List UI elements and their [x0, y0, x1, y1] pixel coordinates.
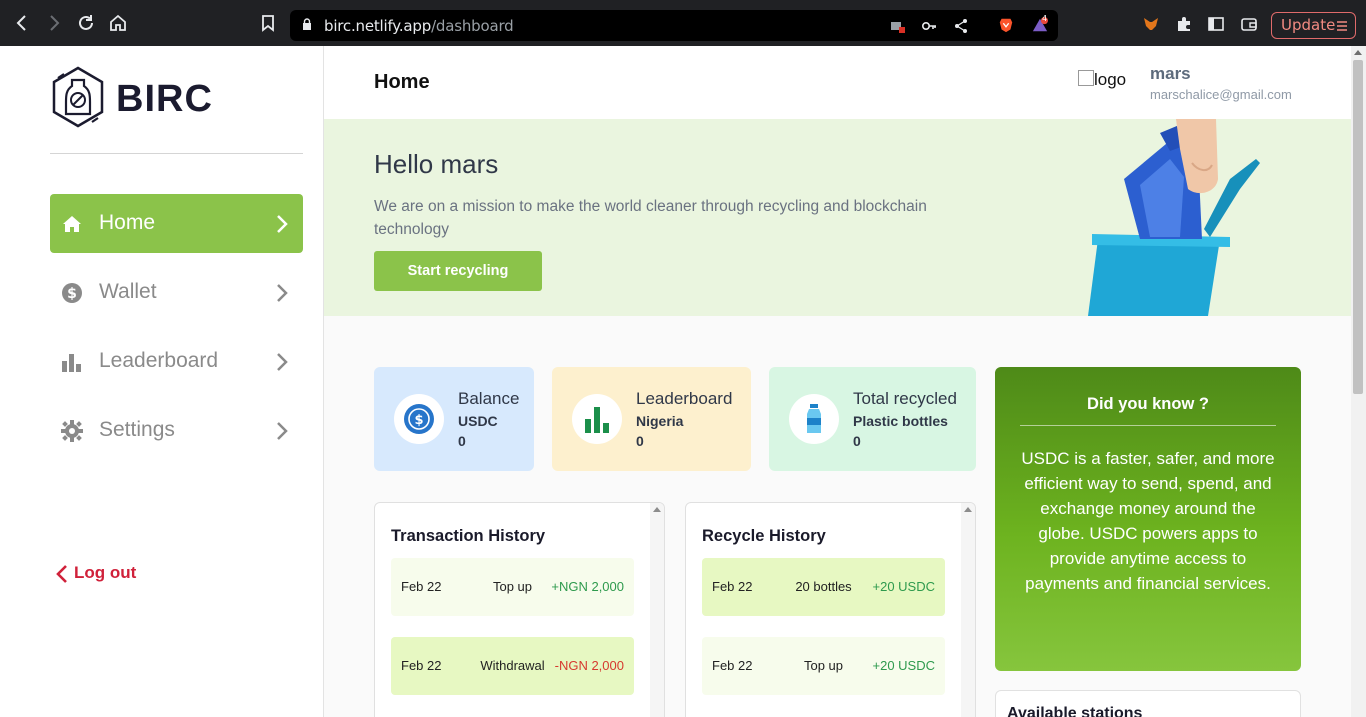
stat-title: Total recycled	[853, 389, 957, 408]
brand-name: BIRC	[116, 78, 213, 120]
top-header: Home logo mars marschalice@gmail.com	[324, 46, 1351, 119]
chevron-right-icon	[277, 353, 288, 371]
sidebar-toggle-icon[interactable]	[1208, 16, 1224, 32]
did-you-know-title: Did you know ?	[1087, 395, 1209, 413]
sidebar-item-label: Home	[99, 211, 156, 234]
recycling-bottle-illustration	[1088, 119, 1260, 316]
broken-image-icon	[1078, 70, 1094, 86]
user-email: marschalice@gmail.com	[1150, 87, 1292, 102]
url-text: birc.netlify.app/dashboard	[324, 17, 514, 35]
total-recycled-card[interactable]: Total recycled Plastic bottles 0	[769, 367, 976, 471]
svg-text:$: $	[414, 413, 423, 428]
back-icon[interactable]	[10, 11, 34, 35]
panel-scrollbar[interactable]	[650, 503, 664, 717]
recycle-bottle-logo-icon	[52, 66, 104, 128]
scroll-up-icon[interactable]	[653, 507, 661, 512]
share-icon[interactable]	[953, 18, 969, 34]
recycle-row[interactable]: Feb 22 20 bottles +20 USDC	[702, 558, 945, 616]
stat-value: 0	[853, 433, 861, 449]
wallet-icon[interactable]	[1241, 16, 1257, 32]
did-you-know-divider	[1020, 425, 1276, 426]
scroll-up-icon[interactable]	[964, 507, 972, 512]
recycle-history-title: Recycle History	[702, 527, 826, 545]
home-page-icon[interactable]	[106, 11, 130, 35]
update-label: Update	[1281, 16, 1336, 34]
available-stations-title: Available stations	[1007, 705, 1143, 717]
home-icon	[63, 216, 81, 232]
lock-icon	[303, 18, 311, 30]
menu-icon	[1337, 21, 1347, 31]
sidebar-item-label: Leaderboard	[99, 349, 219, 372]
balance-card[interactable]: $ Balance USDC 0	[374, 367, 534, 471]
stat-value: 0	[636, 433, 644, 449]
bar-chart-icon	[62, 354, 81, 372]
page-title: Home	[374, 71, 430, 93]
sidebar-item-settings[interactable]: Settings	[50, 401, 303, 460]
chevron-right-icon	[277, 422, 288, 440]
address-bar[interactable]: birc.netlify.app/dashboard 4	[290, 10, 1058, 41]
transaction-history-title: Transaction History	[391, 527, 546, 545]
panel-scrollbar[interactable]	[961, 503, 975, 717]
dollar-coin-icon: $	[62, 283, 82, 303]
brand-logo[interactable]: BIRC	[50, 66, 212, 130]
puzzle-extensions-icon[interactable]	[1176, 16, 1192, 32]
sidebar-item-label: Wallet	[99, 280, 157, 303]
leaderboard-card[interactable]: Leaderboard Nigeria 0	[552, 367, 751, 471]
user-name[interactable]: mars	[1150, 64, 1191, 84]
available-stations-card: Available stations	[995, 690, 1301, 717]
stat-subtitle: USDC	[458, 413, 498, 429]
recycle-history-panel[interactable]: Recycle History Feb 22 20 bottles +20 US…	[685, 502, 976, 717]
usdc-icon: $	[394, 394, 444, 444]
recycle-row[interactable]: Feb 22 Top up +20 USDC	[702, 637, 945, 695]
rewards-badge: 4	[1042, 14, 1048, 23]
did-you-know-text: USDC is a faster, safer, and more effici…	[1021, 449, 1275, 593]
transaction-row[interactable]: Feb 22 Top up +NGN 2,000	[391, 558, 634, 616]
logo-alt-text: logo	[1094, 70, 1127, 89]
gear-icon	[61, 420, 83, 442]
mission-text: We are on a mission to make the world cl…	[374, 198, 927, 238]
logout-label: Log out	[74, 563, 137, 582]
did-you-know-card: Did you know ? USDC is a faster, safer, …	[995, 367, 1301, 671]
greeting-heading: Hello mars	[374, 149, 499, 179]
sidebar-item-label: Settings	[99, 418, 175, 441]
stat-value: 0	[458, 433, 466, 449]
sidebar: BIRC Home $ Wallet Leaderboard Settings …	[0, 46, 324, 717]
sidebar-item-leaderboard[interactable]: Leaderboard	[50, 332, 303, 391]
forward-icon[interactable]	[42, 11, 66, 35]
chevron-right-icon	[277, 215, 288, 233]
chevron-left-icon	[56, 565, 67, 583]
stat-subtitle: Nigeria	[636, 413, 684, 429]
camera-blocked-icon[interactable]	[890, 18, 906, 34]
browser-toolbar: birc.netlify.app/dashboard 4 Update	[0, 0, 1366, 46]
welcome-banner: Hello mars We are on a mission to make t…	[324, 119, 1351, 316]
sidebar-item-wallet[interactable]: $ Wallet	[50, 263, 303, 322]
stat-title: Leaderboard	[636, 389, 733, 408]
row-amount: +NGN 2,000	[551, 579, 624, 594]
stat-subtitle: Plastic bottles	[853, 413, 948, 429]
page-scrollbar[interactable]	[1351, 46, 1366, 717]
bottle-icon	[789, 394, 839, 444]
stat-title: Balance	[458, 389, 520, 408]
chevron-right-icon	[277, 284, 288, 302]
bookmark-icon[interactable]	[256, 11, 280, 35]
start-recycling-button[interactable]: Start recycling	[374, 251, 542, 291]
reload-icon[interactable]	[74, 11, 98, 35]
sidebar-divider	[50, 153, 303, 154]
row-amount: +20 USDC	[872, 658, 936, 673]
metamask-fox-icon[interactable]	[1143, 16, 1159, 32]
scrollbar-thumb[interactable]	[1353, 60, 1363, 394]
transaction-row[interactable]: Feb 22 Withdrawal -NGN 2,000	[391, 637, 634, 695]
update-button[interactable]: Update	[1271, 12, 1356, 39]
sidebar-item-home[interactable]: Home	[50, 194, 303, 253]
row-amount: +20 USDC	[872, 579, 936, 594]
row-amount: -NGN 2,000	[554, 658, 624, 673]
svg-text:$: $	[67, 286, 77, 302]
key-icon[interactable]	[921, 18, 937, 34]
scroll-up-icon[interactable]	[1354, 50, 1362, 55]
bar-chart-icon	[572, 394, 622, 444]
broken-logo-image: logo	[1078, 70, 1126, 90]
brave-shield-icon[interactable]	[998, 17, 1014, 33]
transaction-history-panel[interactable]: Transaction History Feb 22 Top up +NGN 2…	[374, 502, 665, 717]
